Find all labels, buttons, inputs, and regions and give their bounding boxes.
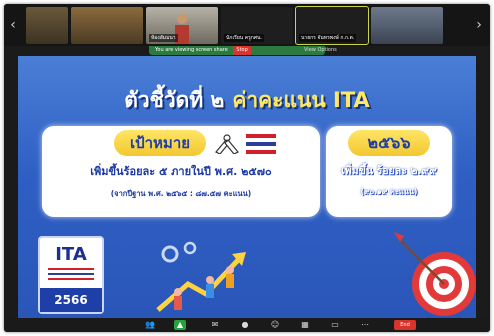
handshake-icon [215,134,239,154]
goal-subtext: (จากปีฐาน พ.ศ. ๒๕๖๕ : ๘๗.๕๗ คะแนน) [110,189,252,198]
shared-slide: ตัวชี้วัดที่ ๒ ค่าคะแนน ITA เป้าหมาย เพิ่… [18,56,476,318]
participant-tile[interactable] [71,7,143,44]
ita-logo-text: ITA [55,244,87,265]
growth-illustration-icon [156,241,246,312]
slide-title: ตัวชี้วัดที่ ๒ ค่าคะแนน ITA [18,84,476,117]
participant-tile[interactable] [26,7,68,44]
participant-tile[interactable]: ห้องสัมมนา [146,7,218,44]
record-icon[interactable]: ● [239,320,251,330]
ita-logo: ITA 2566 [38,236,104,314]
year-result-text: เพิ่มขึ้น ร้อยละ ๒.๙๙ [341,165,437,177]
scroll-left-icon[interactable]: ‹ [6,16,20,34]
participant-tile[interactable]: นักเรียน ครูกศน. [221,7,293,44]
target-bullseye-icon [394,232,476,316]
participant-tile-active[interactable]: นายกร จันทรพงษ์ ก.ก.ต. [295,6,369,45]
goal-card: เป้าหมาย เพิ่มขึ้นร้อยละ ๕ ภายในปี พ.ศ. … [42,126,320,217]
share-screen-icon[interactable]: ▲ [174,320,186,330]
slide-title-main: ตัวชี้วัดที่ ๒ [124,88,225,112]
year-badge: ๒๕๖๖ [348,130,430,156]
end-meeting-button[interactable]: End [394,320,416,330]
view-options-button[interactable]: View Options [304,47,337,53]
slide-title-accent: ค่าคะแนน ITA [232,88,370,112]
goal-badge: เป้าหมาย [114,130,206,156]
participant-tile[interactable] [371,7,443,44]
whiteboard-icon[interactable]: ▭ [329,320,341,330]
participant-name: นักเรียน ครูกศน. [224,34,265,42]
participant-strip: ‹ ห้องสัมมนา นักเรียน ครูกศน. นายกร จันท… [4,4,490,46]
year-card: ๒๕๖๖ เพิ่มขึ้น ร้อยละ ๒.๙๙ (๙๐.๑๙ คะแนน) [326,126,452,217]
scroll-right-icon[interactable]: › [472,16,486,34]
logo-flag-stripes [48,268,94,280]
meeting-toolbar: 👥 ▲ ✉ ● ☺ ▦ ▭ ⋯ End [4,318,490,332]
share-banner-text: You are viewing screen share [155,47,228,53]
thai-flag-icon [246,134,276,154]
meeting-window: ‹ ห้องสัมมนา นักเรียน ครูกศน. นายกร จันท… [4,4,490,332]
apps-icon[interactable]: ▦ [299,320,311,330]
reactions-icon[interactable]: ☺ [269,320,281,330]
ita-logo-year: 2566 [40,288,102,312]
goal-text: เพิ่มขึ้นร้อยละ ๕ ภายในปี พ.ศ. ๒๕๗๐ [90,165,272,178]
stop-share-button[interactable]: Stop [233,46,251,55]
participant-name: ห้องสัมมนา [149,34,178,42]
more-icon[interactable]: ⋯ [359,320,371,330]
participant-name: นายกร จันทรพงษ์ ก.ก.ต. [299,34,357,42]
chat-icon[interactable]: ✉ [209,320,221,330]
year-result-subtext: (๙๐.๑๙ คะแนน) [360,187,418,196]
participants-icon[interactable]: 👥 [144,320,156,330]
screen-share-banner: You are viewing screen share Stop [149,46,325,55]
